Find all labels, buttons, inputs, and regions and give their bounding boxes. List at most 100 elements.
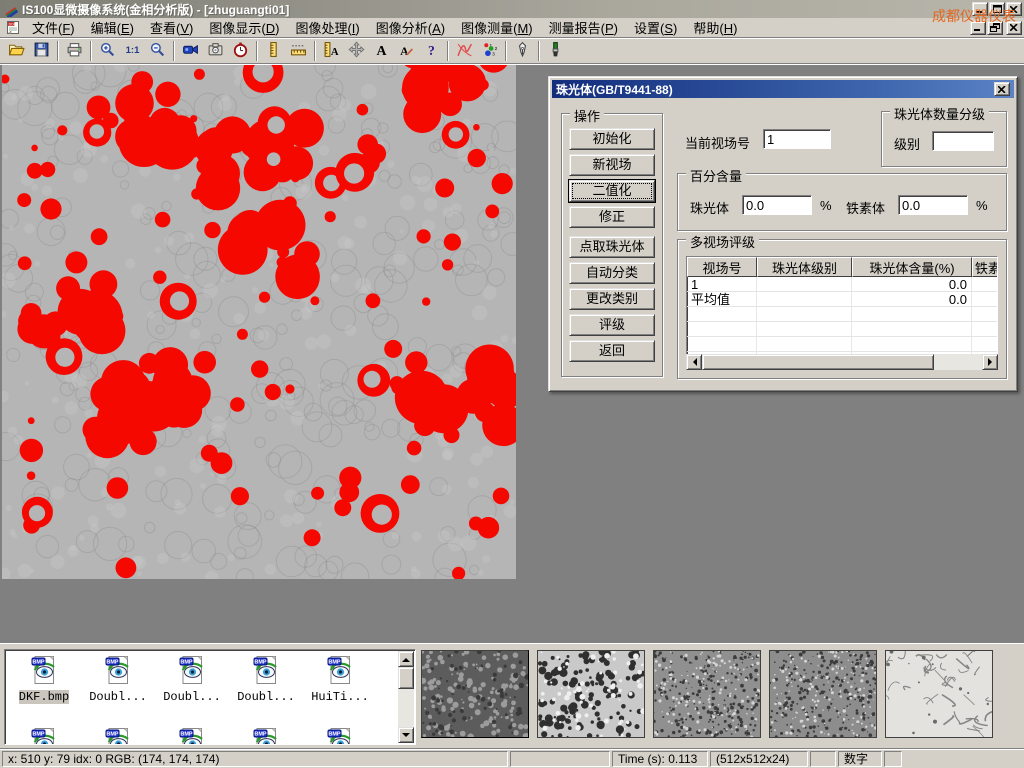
table-header-0[interactable]: 视场号 <box>687 257 757 277</box>
toolbar-text-edit-button[interactable]: A <box>394 40 419 62</box>
grade-input[interactable] <box>932 131 994 151</box>
scroll-down-icon[interactable] <box>398 727 414 743</box>
ferrite-percent-input[interactable] <box>898 195 968 215</box>
rating-table[interactable]: 视场号珠光体级别珠光体含量(%)铁素体含量(%)10.0平均值0.0 <box>686 256 998 368</box>
change-class-button[interactable]: 更改类别 <box>569 288 655 310</box>
metallograph-image[interactable] <box>2 65 516 579</box>
thumbnail-5[interactable] <box>885 650 993 738</box>
mdi-restore-button[interactable] <box>987 21 1003 35</box>
scroll-up-icon[interactable] <box>398 651 414 667</box>
dialog-title-bar[interactable]: 珠光体(GB/T9441-88) <box>552 80 1014 98</box>
toolbar-zoom-out-button[interactable] <box>145 40 170 62</box>
toolbar-save-button[interactable] <box>29 40 54 62</box>
table-row[interactable]: 10.0 <box>687 277 998 292</box>
menu-item-I[interactable]: 图像处理(I) <box>287 16 367 39</box>
toolbar-video-camera-button[interactable] <box>178 40 203 62</box>
menu-item-D[interactable]: 图像显示(D) <box>201 16 287 39</box>
thumbnail-2[interactable] <box>537 650 645 738</box>
svg-text:BMP: BMP <box>32 732 45 738</box>
toolbar-zoom-in-button[interactable] <box>95 40 120 62</box>
current-field-input[interactable] <box>763 129 831 149</box>
status-panel-0: x: 510 y: 79 idx: 0 RGB: (174, 174, 174) <box>2 751 508 767</box>
table-row[interactable] <box>687 322 998 337</box>
grade-button[interactable]: 评级 <box>569 314 655 336</box>
file-item[interactable]: BMPDoubl... <box>155 652 229 724</box>
new-field-button[interactable]: 新视场 <box>569 154 655 176</box>
file-item[interactable]: BMP <box>81 724 155 745</box>
window-close-button[interactable] <box>1006 2 1022 16</box>
scroll-left-icon[interactable] <box>686 354 702 370</box>
file-item[interactable]: BMPHuiTi... <box>303 652 377 724</box>
table-hscrollbar[interactable] <box>686 354 998 370</box>
grade-group-label: 珠光体数量分级 <box>890 104 989 123</box>
toolbar-ruler-text-button[interactable]: A <box>319 40 344 62</box>
file-item[interactable]: BMPDoubl... <box>81 652 155 724</box>
toolbar-separator <box>57 41 59 61</box>
file-item[interactable]: BMP <box>303 724 377 745</box>
file-item[interactable]: BMP <box>229 724 303 745</box>
toolbar-help-button[interactable]: ? <box>419 40 444 62</box>
pick-pearlite-button[interactable]: 点取珠光体 <box>569 236 655 258</box>
menu-item-S[interactable]: 设置(S) <box>626 16 685 39</box>
mdi-close-button[interactable] <box>1006 21 1022 35</box>
init-button[interactable]: 初始化 <box>569 128 655 150</box>
return-button[interactable]: 返回 <box>569 340 655 362</box>
file-item[interactable]: BMPDoubl... <box>229 652 303 724</box>
document-icon[interactable]: DOC <box>5 20 21 36</box>
toolbar-curve-button[interactable] <box>452 40 477 62</box>
mdi-minimize-button[interactable] <box>970 21 986 35</box>
toolbar-classify-dots-button[interactable]: 123 <box>477 40 502 62</box>
toolbar-ruler-horizontal-button[interactable] <box>286 40 311 62</box>
table-row[interactable] <box>687 307 998 322</box>
toolbar-open-button[interactable] <box>4 40 29 62</box>
file-item[interactable]: BMP <box>155 724 229 745</box>
toolbar-move-button[interactable] <box>344 40 369 62</box>
text-edit-icon: A <box>398 41 415 61</box>
pen-icon <box>514 41 531 61</box>
thumbnail-3[interactable] <box>653 650 761 738</box>
camera-icon <box>207 41 224 61</box>
window-minimize-button[interactable] <box>972 2 988 16</box>
menu-item-P[interactable]: 测量报告(P) <box>541 16 626 39</box>
auto-classify-button[interactable]: 自动分类 <box>569 262 655 284</box>
table-header-3[interactable]: 铁素体含量(%) <box>972 257 998 277</box>
toolbar-timer-button[interactable] <box>228 40 253 62</box>
dialog-close-icon[interactable] <box>994 82 1010 96</box>
table-cell <box>757 322 852 336</box>
menu-item-F[interactable]: 文件(F) <box>24 16 83 39</box>
menu-bar: DOC 文件(F)编辑(E)查看(V)图像显示(D)图像处理(I)图像分析(A)… <box>0 18 1024 38</box>
file-list-vscrollbar[interactable] <box>398 651 414 743</box>
toolbar-camera-button[interactable] <box>203 40 228 62</box>
menu-item-A[interactable]: 图像分析(A) <box>368 16 453 39</box>
file-name: DKF.bmp <box>19 690 69 704</box>
pearlite-percent-input[interactable] <box>742 195 812 215</box>
menu-item-V[interactable]: 查看(V) <box>142 16 201 39</box>
menu-item-H[interactable]: 帮助(H) <box>685 16 745 39</box>
toolbar-ruler-vertical-button[interactable] <box>261 40 286 62</box>
binarize-button[interactable]: 二值化 <box>569 180 655 202</box>
scroll-right-icon[interactable] <box>982 354 998 370</box>
toolbar-pen-button[interactable] <box>510 40 535 62</box>
menu-item-M[interactable]: 图像测量(M) <box>453 16 541 39</box>
thumbnail-1[interactable] <box>421 650 529 738</box>
toolbar-brush-button[interactable] <box>543 40 568 62</box>
toolbar-text-button[interactable]: A <box>369 40 394 62</box>
file-item[interactable]: BMPDKF.bmp <box>7 652 81 724</box>
toolbar-print-button[interactable] <box>62 40 87 62</box>
file-item[interactable]: BMP <box>7 724 81 745</box>
ruler-vertical-icon <box>265 41 282 61</box>
toolbar-actual-size-button[interactable]: 1:1 <box>120 40 145 62</box>
window-maximize-button[interactable] <box>989 2 1005 16</box>
table-header-2[interactable]: 珠光体含量(%) <box>852 257 972 277</box>
scroll-thumb[interactable] <box>702 354 934 370</box>
bmp-file-icon: BMP <box>253 655 279 688</box>
table-row[interactable] <box>687 337 998 352</box>
table-row[interactable]: 平均值0.0 <box>687 292 998 307</box>
file-scroll-thumb[interactable] <box>398 667 414 689</box>
correct-button[interactable]: 修正 <box>569 206 655 228</box>
status-panel-6 <box>884 751 902 767</box>
thumbnail-4[interactable] <box>769 650 877 738</box>
toolbar-separator <box>538 41 540 61</box>
table-header-1[interactable]: 珠光体级别 <box>757 257 852 277</box>
menu-item-E[interactable]: 编辑(E) <box>83 16 142 39</box>
